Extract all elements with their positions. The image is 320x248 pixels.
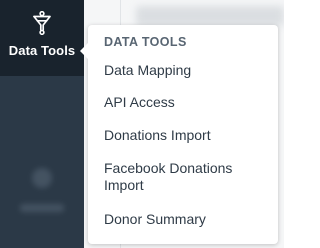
menu-item-data-mapping[interactable]: Data Mapping (104, 62, 274, 79)
sidebar-item-data-tools[interactable]: Data Tools (0, 0, 84, 76)
menu-item-donor-summary[interactable]: Donor Summary (104, 211, 274, 228)
menu-caret (80, 43, 88, 59)
funnel-icon (33, 11, 51, 35)
menu-item-facebook-donations-import[interactable]: Facebook Donations Import (104, 160, 264, 194)
data-tools-dropdown-menu: DATA TOOLS Data Mapping API Access Donat… (80, 25, 278, 244)
menu-section-header: DATA TOOLS (104, 35, 187, 49)
sidebar-item-label: Data Tools (8, 43, 76, 58)
obscured-label (20, 204, 64, 212)
menu-item-donations-import[interactable]: Donations Import (104, 127, 274, 144)
sidebar: Data Tools (0, 0, 84, 248)
obscured-header (136, 6, 284, 26)
sidebar-item-obscured (20, 168, 64, 216)
app-screen: Data Tools DATA TOOLS Data Mapping API A… (0, 0, 284, 248)
obscured-icon (32, 168, 52, 188)
menu-item-api-access[interactable]: API Access (104, 94, 274, 111)
